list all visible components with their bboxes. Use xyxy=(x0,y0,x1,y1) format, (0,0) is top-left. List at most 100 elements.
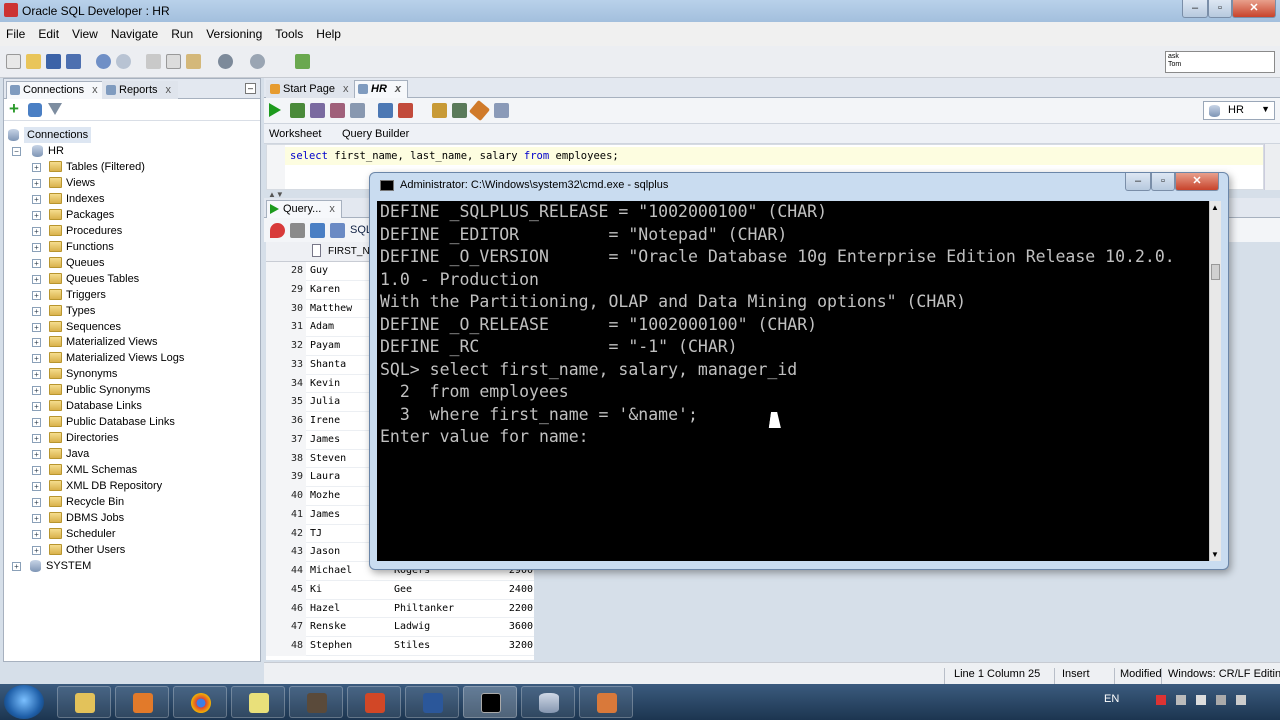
expand-icon[interactable]: + xyxy=(32,290,41,300)
cell-first-name[interactable]: Payam xyxy=(310,337,340,356)
clear-icon[interactable] xyxy=(468,99,491,122)
cell-first-name[interactable]: Matthew xyxy=(310,300,352,319)
expand-icon[interactable]: + xyxy=(32,322,41,332)
expand-icon[interactable]: + xyxy=(32,497,41,507)
menu-file[interactable]: File xyxy=(6,27,25,41)
case-icon[interactable] xyxy=(452,103,467,118)
expand-icon[interactable]: + xyxy=(32,226,41,236)
expand-icon[interactable]: + xyxy=(32,545,41,555)
console-output[interactable]: DEFINE _SQLPLUS_RELEASE = "1002000100" (… xyxy=(377,201,1209,561)
tab-connections[interactable]: Connections x xyxy=(6,81,105,99)
expand-icon[interactable]: + xyxy=(32,386,41,396)
cell-first-name[interactable]: Steven xyxy=(310,450,346,469)
cell-first-name[interactable]: Karen xyxy=(310,281,340,300)
cut-icon[interactable] xyxy=(146,54,161,69)
expand-icon[interactable]: + xyxy=(32,402,41,412)
cell-first-name[interactable]: Hazel xyxy=(310,600,340,619)
expand-icon[interactable]: + xyxy=(32,482,41,491)
signal-icon[interactable] xyxy=(1216,695,1226,705)
table-row[interactable]: 46 Hazel Philtanker 2200 xyxy=(266,599,534,619)
expand-icon[interactable]: + xyxy=(32,274,41,284)
minimize-panel-icon[interactable]: – xyxy=(245,83,256,94)
expand-icon[interactable]: + xyxy=(32,194,41,204)
menu-versioning[interactable]: Versioning xyxy=(206,27,262,41)
table-row[interactable]: 47 Renske Ladwig 3600 xyxy=(266,618,534,637)
cmd-close-button[interactable]: ✕ xyxy=(1175,173,1219,191)
cell-first-name[interactable]: Stephen xyxy=(310,637,352,656)
filter-icon[interactable] xyxy=(48,103,62,115)
taskbar-sql-developer[interactable] xyxy=(579,686,633,718)
print-icon[interactable] xyxy=(290,223,305,238)
editor-scrollbar[interactable] xyxy=(1264,144,1280,190)
open-icon[interactable] xyxy=(26,54,41,69)
taskbar-powerpoint[interactable] xyxy=(347,686,401,718)
menu-tools[interactable]: Tools xyxy=(275,27,303,41)
cmd-minimize-button[interactable]: – xyxy=(1125,173,1151,191)
taskbar-word[interactable] xyxy=(405,686,459,718)
cell-first-name[interactable]: Kevin xyxy=(310,375,340,394)
menu-run[interactable]: Run xyxy=(171,27,193,41)
close-icon[interactable]: x xyxy=(343,83,349,95)
sql-icon[interactable] xyxy=(330,223,345,238)
taskbar-chrome[interactable] xyxy=(173,686,227,718)
scroll-thumb[interactable] xyxy=(1211,264,1220,280)
start-button[interactable] xyxy=(4,685,44,719)
expand-icon[interactable]: + xyxy=(32,210,41,220)
cell-first-name[interactable]: Julia xyxy=(310,393,340,412)
close-icon[interactable]: x xyxy=(92,84,98,96)
cell-salary[interactable]: 2400 xyxy=(471,581,533,600)
collapse-icon[interactable]: − xyxy=(12,147,21,156)
expand-icon[interactable]: + xyxy=(32,242,41,252)
tab-start-page[interactable]: Start Page x xyxy=(266,80,356,98)
undo-icon[interactable] xyxy=(96,54,111,69)
close-icon[interactable]: x xyxy=(395,83,401,95)
cell-last-name[interactable]: Gee xyxy=(394,581,412,600)
cell-first-name[interactable]: Irene xyxy=(310,412,340,431)
add-connection-icon[interactable]: + xyxy=(9,100,19,117)
cell-first-name[interactable]: Laura xyxy=(310,468,340,487)
cell-first-name[interactable]: James xyxy=(310,431,340,450)
cell-first-name[interactable]: Jason xyxy=(310,543,340,562)
menu-help[interactable]: Help xyxy=(316,27,341,41)
tab-worksheet[interactable]: Worksheet xyxy=(269,128,321,140)
menu-view[interactable]: View xyxy=(72,27,98,41)
cell-last-name[interactable]: Stiles xyxy=(394,637,430,656)
autotrace-icon[interactable] xyxy=(398,103,413,118)
tab-reports[interactable]: Reports x xyxy=(102,81,179,99)
run-script-icon[interactable] xyxy=(290,103,305,118)
minimize-button[interactable]: – xyxy=(1182,0,1208,18)
expand-icon[interactable]: + xyxy=(32,434,41,444)
taskbar-database[interactable] xyxy=(521,686,575,718)
expand-icon[interactable]: + xyxy=(32,466,41,476)
save-icon[interactable] xyxy=(46,54,61,69)
volume-icon[interactable] xyxy=(1196,695,1206,705)
sql-history-icon[interactable] xyxy=(432,103,447,118)
expand-icon[interactable]: + xyxy=(32,354,41,364)
cmd-maximize-button[interactable]: ▫ xyxy=(1151,173,1175,191)
back-icon[interactable] xyxy=(218,54,233,69)
expand-icon[interactable]: + xyxy=(32,306,41,316)
cell-first-name[interactable]: Mozhe xyxy=(310,487,340,506)
expand-icon[interactable]: + xyxy=(32,178,41,188)
taskbar-media-player[interactable] xyxy=(115,686,169,718)
refresh-icon[interactable] xyxy=(28,103,42,117)
expand-icon[interactable]: + xyxy=(32,450,41,460)
cell-first-name[interactable]: Ki xyxy=(310,581,322,600)
expand-icon[interactable]: + xyxy=(32,529,41,539)
save-all-icon[interactable] xyxy=(66,54,81,69)
cell-first-name[interactable]: Adam xyxy=(310,318,334,337)
cancel-icon[interactable] xyxy=(350,103,365,118)
redo-icon[interactable] xyxy=(116,54,131,69)
language-indicator[interactable]: EN xyxy=(1104,693,1119,705)
cell-first-name[interactable]: Renske xyxy=(310,618,346,637)
refresh-icon[interactable] xyxy=(310,223,325,238)
expand-icon[interactable]: + xyxy=(32,163,41,172)
cell-first-name[interactable]: James xyxy=(310,506,340,525)
expand-icon[interactable]: + xyxy=(32,513,41,523)
format-icon[interactable] xyxy=(494,103,509,118)
table-row[interactable]: 48 Stephen Stiles 3200 xyxy=(266,637,534,656)
cell-first-name[interactable]: Guy xyxy=(310,262,328,281)
explain-plan-icon[interactable] xyxy=(378,103,393,118)
scroll-up-icon[interactable]: ▲ xyxy=(1211,203,1219,212)
console-scrollbar[interactable]: ▲ ▼ xyxy=(1209,201,1221,561)
